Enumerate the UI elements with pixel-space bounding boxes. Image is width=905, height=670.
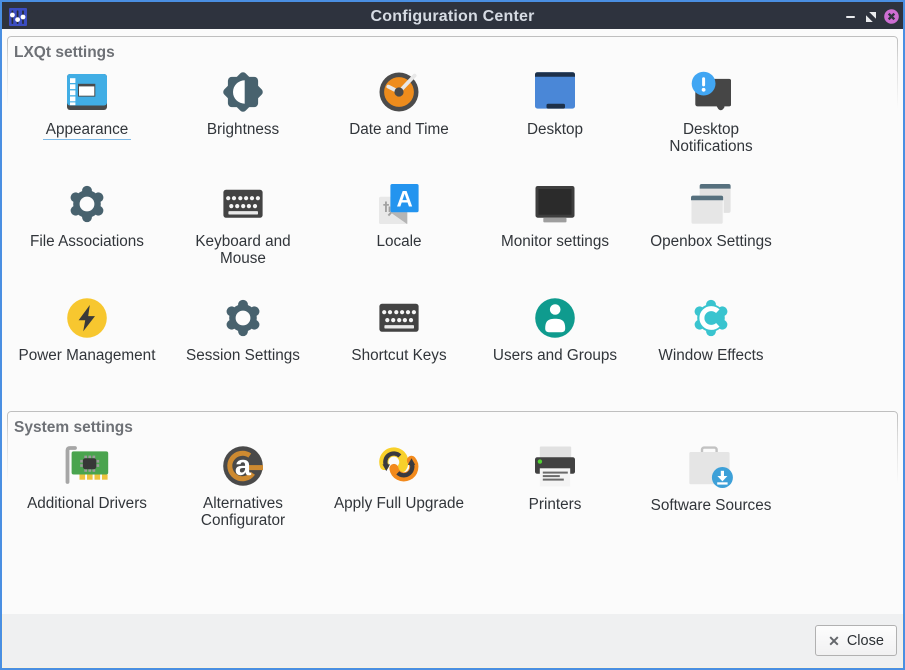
svg-text:a: a bbox=[235, 450, 252, 482]
svg-text:A: A bbox=[396, 187, 412, 212]
